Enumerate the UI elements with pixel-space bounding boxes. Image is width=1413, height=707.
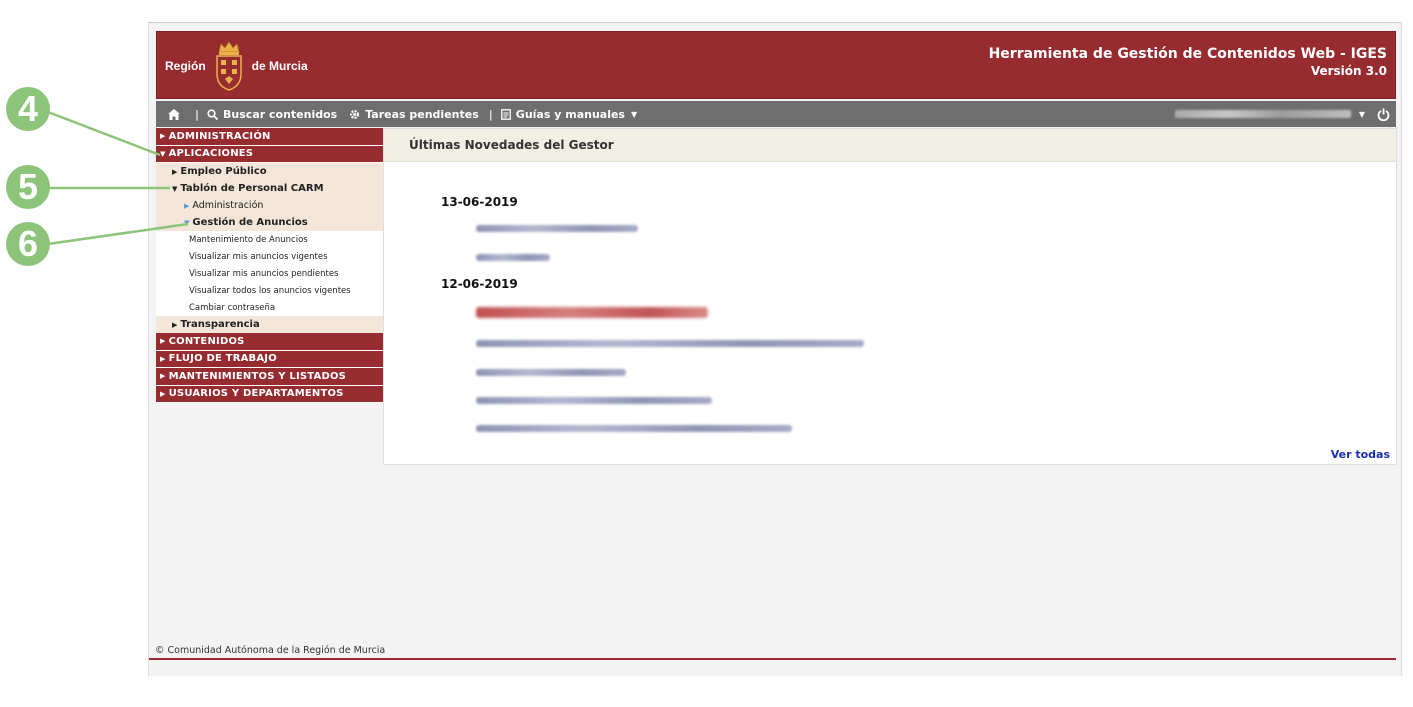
news-item-redacted[interactable] <box>476 254 550 261</box>
footer-divider <box>149 658 1396 660</box>
triangle-right-icon: ▶ <box>160 132 166 141</box>
sidebar-section-label: ADMINISTRACIÓN <box>168 130 271 142</box>
news-item-redacted[interactable] <box>476 397 712 404</box>
triangle-right-icon: ▶ <box>184 201 190 210</box>
sidebar-section-aplicaciones[interactable]: ▼ APLICACIONES <box>156 145 383 163</box>
callout-badge-6: 6 <box>6 222 50 266</box>
power-icon[interactable] <box>1377 108 1390 121</box>
home-icon <box>168 108 180 120</box>
sidebar-section-mantenimientos[interactable]: ▶ MANTENIMIENTOS Y LISTADOS <box>156 368 383 386</box>
caret-down-icon: ▼ <box>630 109 638 119</box>
triangle-down-icon: ▼ <box>184 218 190 227</box>
news-item-redacted[interactable] <box>476 307 708 318</box>
sidebar-section-label: USUARIOS Y DEPARTAMENTOS <box>168 388 344 400</box>
triangle-down-icon: ▼ <box>160 149 166 158</box>
document-icon <box>500 108 511 120</box>
guides-manuals-label: Guías y manuales <box>515 107 625 121</box>
callout-line-4 <box>47 110 161 157</box>
triangle-right-icon: ▶ <box>160 337 166 346</box>
nav-separator: | <box>488 107 493 121</box>
sidebar-item-empleo-publico[interactable]: ▶ Empleo Público <box>156 163 383 180</box>
sidebar-link-mantenimiento-anuncios[interactable]: Mantenimiento de Anuncios <box>156 231 383 248</box>
footer-copyright: © Comunidad Autónoma de la Región de Mur… <box>155 645 386 656</box>
sidebar-menu: ▶ ADMINISTRACIÓN ▼ APLICACIONES ▶ Empleo… <box>156 128 383 403</box>
tool-version: Versión 3.0 <box>1310 64 1387 78</box>
see-all-link[interactable]: Ver todas <box>1331 448 1390 461</box>
guides-manuals-menu[interactable]: Guías y manuales ▼ <box>500 107 638 121</box>
sidebar-link-cambiar-contrasena[interactable]: Cambiar contraseña <box>156 299 383 316</box>
sidebar-item-gestion-anuncios[interactable]: ▼ Gestión de Anuncios <box>156 214 383 231</box>
news-item-redacted[interactable] <box>476 369 626 376</box>
sidebar-item-label: Tablón de Personal CARM <box>180 183 324 194</box>
logo-text-right: de Murcia <box>251 59 308 73</box>
sidebar-item-label: Transparencia <box>180 319 260 330</box>
top-navbar: | Buscar contenidos Tareas pendientes | … <box>156 101 1396 127</box>
sidebar-link-todos-anuncios-vigentes[interactable]: Visualizar todos los anuncios vigentes <box>156 282 383 299</box>
callout-badge-4: 4 <box>6 87 50 131</box>
search-icon <box>207 108 219 120</box>
sidebar-link-mis-anuncios-vigentes[interactable]: Visualizar mis anuncios vigentes <box>156 248 383 265</box>
news-item-redacted[interactable] <box>476 425 792 432</box>
coat-of-arms-icon <box>215 41 242 91</box>
sidebar-item-transparencia[interactable]: ▶ Transparencia <box>156 316 383 333</box>
sidebar-section-usuarios[interactable]: ▶ USUARIOS Y DEPARTAMENTOS <box>156 385 383 403</box>
sidebar-section-administracion[interactable]: ▶ ADMINISTRACIÓN <box>156 128 383 146</box>
news-date: 13-06-2019 <box>441 195 518 209</box>
app-window: Región de Murcia Herramienta de Gestión … <box>148 22 1402 676</box>
user-name-redacted[interactable] <box>1174 110 1351 118</box>
nav-separator: | <box>195 107 200 121</box>
sidebar-section-flujo-trabajo[interactable]: ▶ FLUJO DE TRABAJO <box>156 350 383 368</box>
triangle-right-icon: ▶ <box>160 389 166 398</box>
sidebar-item-tablon-personal[interactable]: ▼ Tablón de Personal CARM <box>156 180 383 197</box>
sidebar-item-label: Gestión de Anuncios <box>192 217 308 228</box>
sidebar-section-contenidos[interactable]: ▶ CONTENIDOS <box>156 333 383 351</box>
region-logo[interactable]: Región de Murcia <box>165 38 308 94</box>
sidebar-section-label: MANTENIMIENTOS Y LISTADOS <box>168 370 347 382</box>
caret-down-icon[interactable]: ▼ <box>1359 110 1365 119</box>
tool-title-text: Herramienta de Gestión de Contenidos Web… <box>988 46 1387 62</box>
pending-tasks-button[interactable]: Tareas pendientes <box>349 108 479 121</box>
triangle-right-icon: ▶ <box>172 167 178 176</box>
sidebar-item-label: Empleo Público <box>180 166 267 177</box>
home-button[interactable] <box>168 108 185 120</box>
news-date: 12-06-2019 <box>441 277 518 291</box>
sidebar-section-label: CONTENIDOS <box>168 335 245 347</box>
user-area: ▼ <box>1174 101 1390 127</box>
triangle-right-icon: ▶ <box>172 320 178 329</box>
triangle-right-icon: ▶ <box>160 354 166 363</box>
header-banner: Región de Murcia Herramienta de Gestión … <box>156 31 1396 99</box>
panel-title: Últimas Novedades del Gestor <box>384 129 1396 162</box>
triangle-right-icon: ▶ <box>160 372 166 381</box>
callout-badge-5: 5 <box>6 165 50 209</box>
sidebar-link-mis-anuncios-pendientes[interactable]: Visualizar mis anuncios pendientes <box>156 265 383 282</box>
sidebar-section-label: APLICACIONES <box>168 148 254 160</box>
tool-title: Herramienta de Gestión de Contenidos Web… <box>989 46 1387 78</box>
search-contents-label: Buscar contenidos <box>223 107 338 121</box>
pending-tasks-label: Tareas pendientes <box>365 107 479 121</box>
sidebar-section-label: FLUJO DE TRABAJO <box>168 353 277 365</box>
sidebar-item-label: Administración <box>192 200 264 211</box>
news-item-redacted[interactable] <box>476 340 864 347</box>
logo-text-left: Región <box>165 59 206 73</box>
news-item-redacted[interactable] <box>476 225 638 232</box>
search-contents-button[interactable]: Buscar contenidos <box>207 108 337 121</box>
gear-icon <box>350 109 360 119</box>
screenshot-stage: Región de Murcia Herramienta de Gestión … <box>0 0 1413 707</box>
news-panel: Últimas Novedades del Gestor 13-06-2019 … <box>383 128 1397 465</box>
triangle-down-icon: ▼ <box>172 184 178 193</box>
sidebar-item-administracion[interactable]: ▶ Administración <box>156 197 383 214</box>
